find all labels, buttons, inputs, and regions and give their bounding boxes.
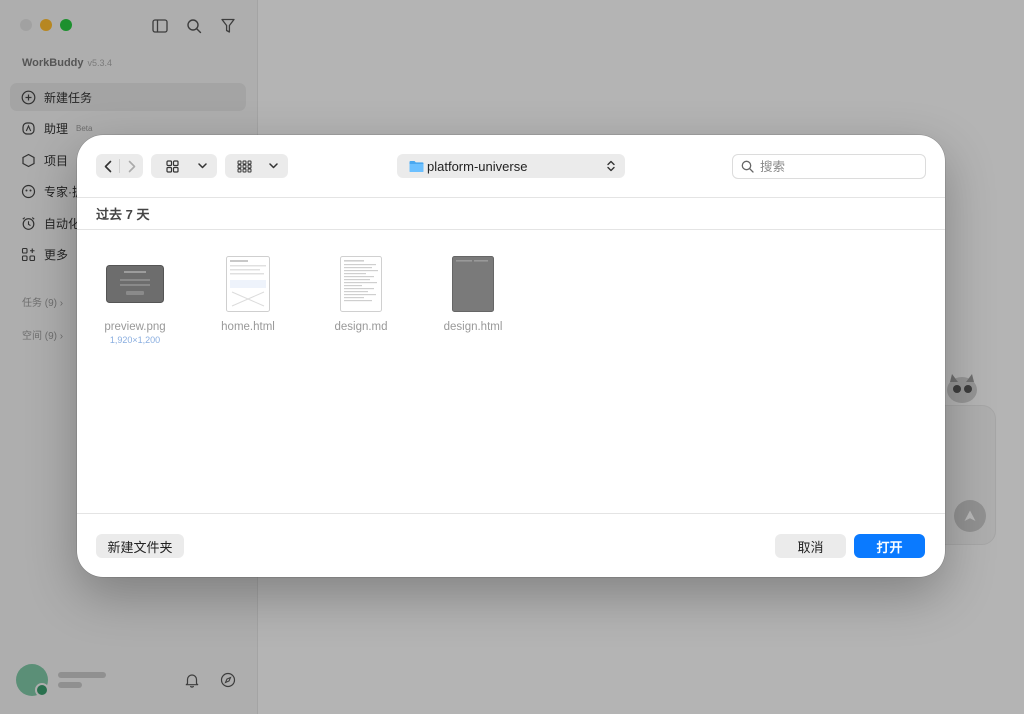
dark-page-thumbnail [423, 251, 523, 317]
history-nav [96, 154, 143, 178]
forward-button[interactable] [120, 154, 143, 178]
file-grid: preview.png 1,920×1,200 home.html design… [77, 231, 945, 513]
search-input[interactable] [758, 158, 908, 175]
folder-icon [409, 161, 424, 172]
file-name: design.md [334, 321, 388, 333]
text-thumbnail [311, 251, 411, 317]
file-item-design-md[interactable]: design.md [311, 251, 411, 333]
date-group-header: 过去 7 天 [77, 198, 945, 230]
file-name: preview.png [104, 321, 166, 333]
chevron-down-icon [198, 163, 207, 169]
file-name: home.html [221, 321, 275, 333]
back-button[interactable] [96, 154, 119, 178]
chevron-down-icon [269, 163, 278, 169]
group-by-dropdown[interactable] [225, 154, 288, 178]
chevron-right-icon [128, 160, 135, 172]
file-item-design-html[interactable]: design.html [423, 251, 523, 333]
open-file-dialog: platform-universe 过去 7 天 preview.png 1,9… [77, 135, 945, 577]
file-item-preview-png[interactable]: preview.png 1,920×1,200 [85, 251, 185, 345]
new-folder-button[interactable]: 新建文件夹 [96, 534, 184, 558]
image-thumbnail [85, 251, 185, 317]
search-field[interactable] [732, 154, 926, 179]
search-icon [741, 160, 754, 173]
location-popup[interactable]: platform-universe [397, 154, 625, 178]
dialog-toolbar: platform-universe [77, 135, 945, 198]
cancel-button[interactable]: 取消 [775, 534, 846, 558]
file-dimensions: 1,920×1,200 [109, 335, 161, 345]
updown-chevron-icon [607, 160, 615, 172]
html-thumbnail [198, 251, 298, 317]
dialog-footer: 新建文件夹 取消 打开 [77, 513, 945, 577]
view-mode-dropdown[interactable] [151, 154, 217, 178]
file-item-home-html[interactable]: home.html [198, 251, 298, 333]
grid-view-icon [166, 159, 179, 173]
file-name: design.html [443, 321, 503, 333]
location-name: platform-universe [427, 158, 528, 174]
group-icon [237, 160, 252, 172]
open-button[interactable]: 打开 [854, 534, 925, 558]
chevron-left-icon [104, 160, 111, 172]
